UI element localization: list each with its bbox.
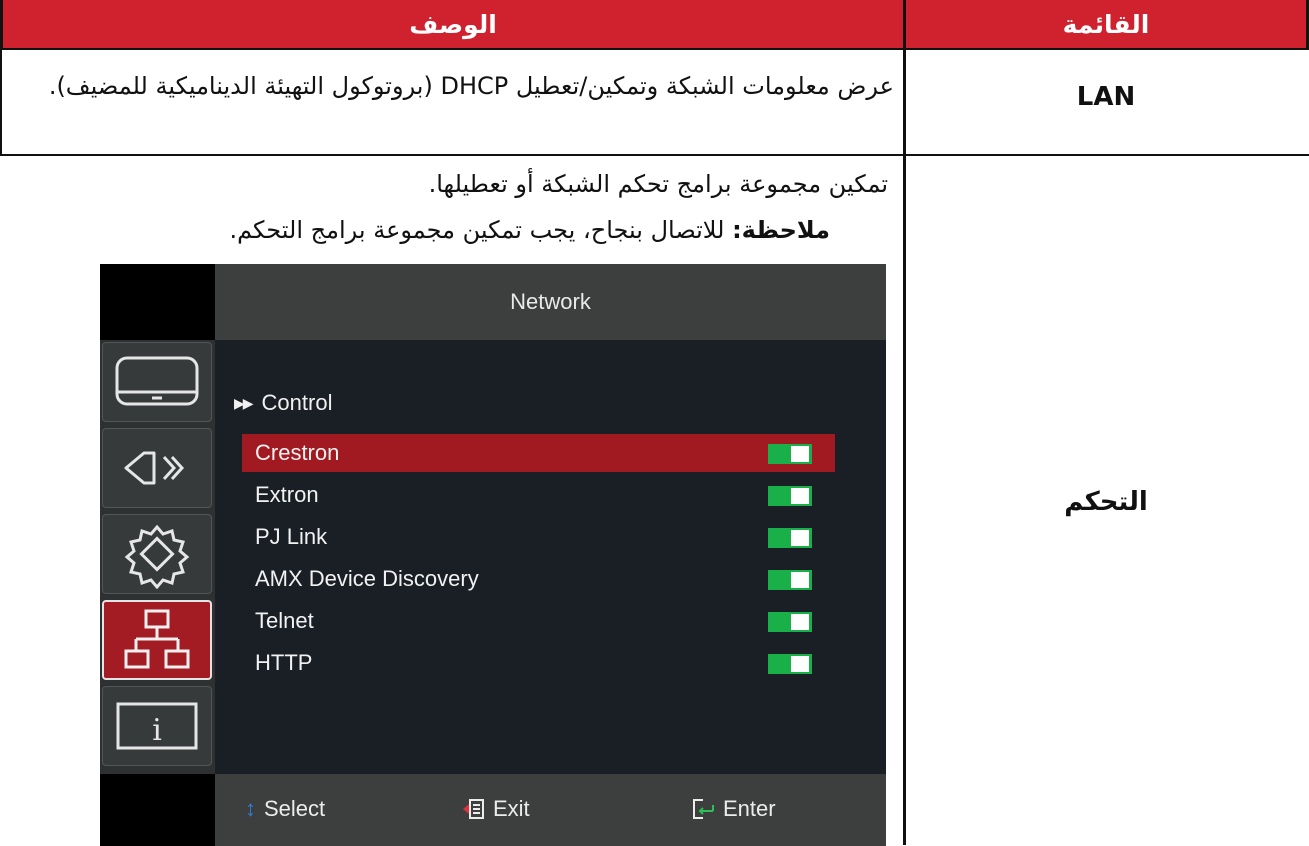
select-arrows-icon: ↕ bbox=[245, 796, 256, 821]
menu-header-label: القائمة bbox=[1062, 9, 1150, 39]
svg-text:i: i bbox=[152, 713, 162, 748]
table-border-left bbox=[0, 0, 3, 48]
sidebar-audio-button[interactable] bbox=[102, 428, 212, 508]
osd-footer: ↕ Select Exit Enter bbox=[215, 774, 886, 846]
crestron-toggle[interactable] bbox=[768, 444, 812, 464]
osd-item-extron[interactable]: Extron bbox=[242, 476, 835, 514]
toggle-knob bbox=[791, 572, 809, 588]
osd-item-label: Telnet bbox=[255, 608, 314, 633]
description-column-header: الوصف bbox=[3, 0, 903, 48]
osd-sidebar: i bbox=[100, 340, 215, 774]
osd-item-amx[interactable]: AMX Device Discovery bbox=[242, 560, 835, 598]
toggle-knob bbox=[791, 488, 809, 504]
osd-item-label: Extron bbox=[255, 482, 319, 507]
pjlink-toggle[interactable] bbox=[768, 528, 812, 548]
row-divider bbox=[0, 154, 1309, 156]
osd-item-label: Crestron bbox=[255, 440, 340, 465]
sidebar-settings-button[interactable] bbox=[102, 514, 212, 594]
table-border-left-body bbox=[0, 48, 2, 156]
sidebar-display-button[interactable] bbox=[102, 342, 212, 422]
footer-select-label: Select bbox=[264, 796, 326, 821]
telnet-toggle[interactable] bbox=[768, 612, 812, 632]
row-divider bbox=[0, 48, 1309, 50]
network-icon bbox=[124, 609, 190, 669]
osd-item-pjlink[interactable]: PJ Link bbox=[242, 518, 835, 556]
note-label: ملاحظة: bbox=[732, 216, 830, 244]
control-note: ملاحظة: للاتصال بنجاح، يجب تمكين مجموعة … bbox=[8, 212, 830, 248]
osd-main-panel: ▶▶ Control Crestron Extron PJ Link AMX D… bbox=[215, 340, 886, 774]
http-toggle[interactable] bbox=[768, 654, 812, 674]
sidebar-info-button[interactable]: i bbox=[102, 686, 212, 766]
osd-item-telnet[interactable]: Telnet bbox=[242, 602, 835, 640]
description-header-label: الوصف bbox=[409, 9, 497, 39]
toggle-knob bbox=[791, 614, 809, 630]
toggle-knob bbox=[791, 656, 809, 672]
sidebar-network-button[interactable] bbox=[102, 600, 212, 680]
lan-description: عرض معلومات الشبكة وتمكين/تعطيل DHCP (بر… bbox=[48, 72, 894, 100]
osd-title: Network bbox=[215, 264, 886, 340]
osd-item-crestron[interactable]: Crestron bbox=[242, 434, 835, 472]
enter-icon bbox=[693, 799, 714, 819]
menu-control: التحكم bbox=[1064, 487, 1148, 517]
osd-item-label: HTTP bbox=[255, 650, 313, 675]
double-play-icon: ▶▶ bbox=[234, 394, 253, 411]
toggle-knob bbox=[791, 446, 809, 462]
osd-item-label: PJ Link bbox=[255, 524, 328, 549]
footer-exit: Exit bbox=[461, 796, 530, 822]
extron-toggle[interactable] bbox=[768, 486, 812, 506]
settings-gear-icon bbox=[124, 524, 190, 589]
osd-item-label: AMX Device Discovery bbox=[255, 566, 479, 591]
control-section-label: Control bbox=[261, 390, 333, 415]
menu-column-header: القائمة bbox=[906, 0, 1306, 48]
toggle-knob bbox=[791, 530, 809, 546]
note-text: للاتصال بنجاح، يجب تمكين مجموعة برامج ال… bbox=[229, 216, 733, 244]
column-divider bbox=[903, 0, 906, 845]
osd-network-menu: Network i ▶▶ Control Crestron Extron PJ … bbox=[100, 264, 886, 846]
info-icon: i bbox=[116, 702, 198, 750]
amx-toggle[interactable] bbox=[768, 570, 812, 590]
menu-lan: LAN bbox=[1076, 82, 1136, 112]
control-section-header: ▶▶ Control bbox=[234, 390, 332, 416]
exit-icon bbox=[463, 799, 484, 819]
control-description: تمكين مجموعة برامج تحكم الشبكة أو تعطيله… bbox=[428, 170, 888, 198]
footer-enter-label: Enter bbox=[723, 796, 776, 821]
footer-enter: Enter bbox=[691, 796, 776, 822]
footer-select: ↕ Select bbox=[245, 796, 325, 822]
osd-item-http[interactable]: HTTP bbox=[242, 644, 835, 682]
footer-exit-label: Exit bbox=[493, 796, 530, 821]
audio-icon bbox=[124, 451, 185, 485]
settings-table: الوصف القائمة LAN عرض معلومات الشبكة وتم… bbox=[0, 0, 1309, 846]
display-icon bbox=[115, 356, 199, 406]
